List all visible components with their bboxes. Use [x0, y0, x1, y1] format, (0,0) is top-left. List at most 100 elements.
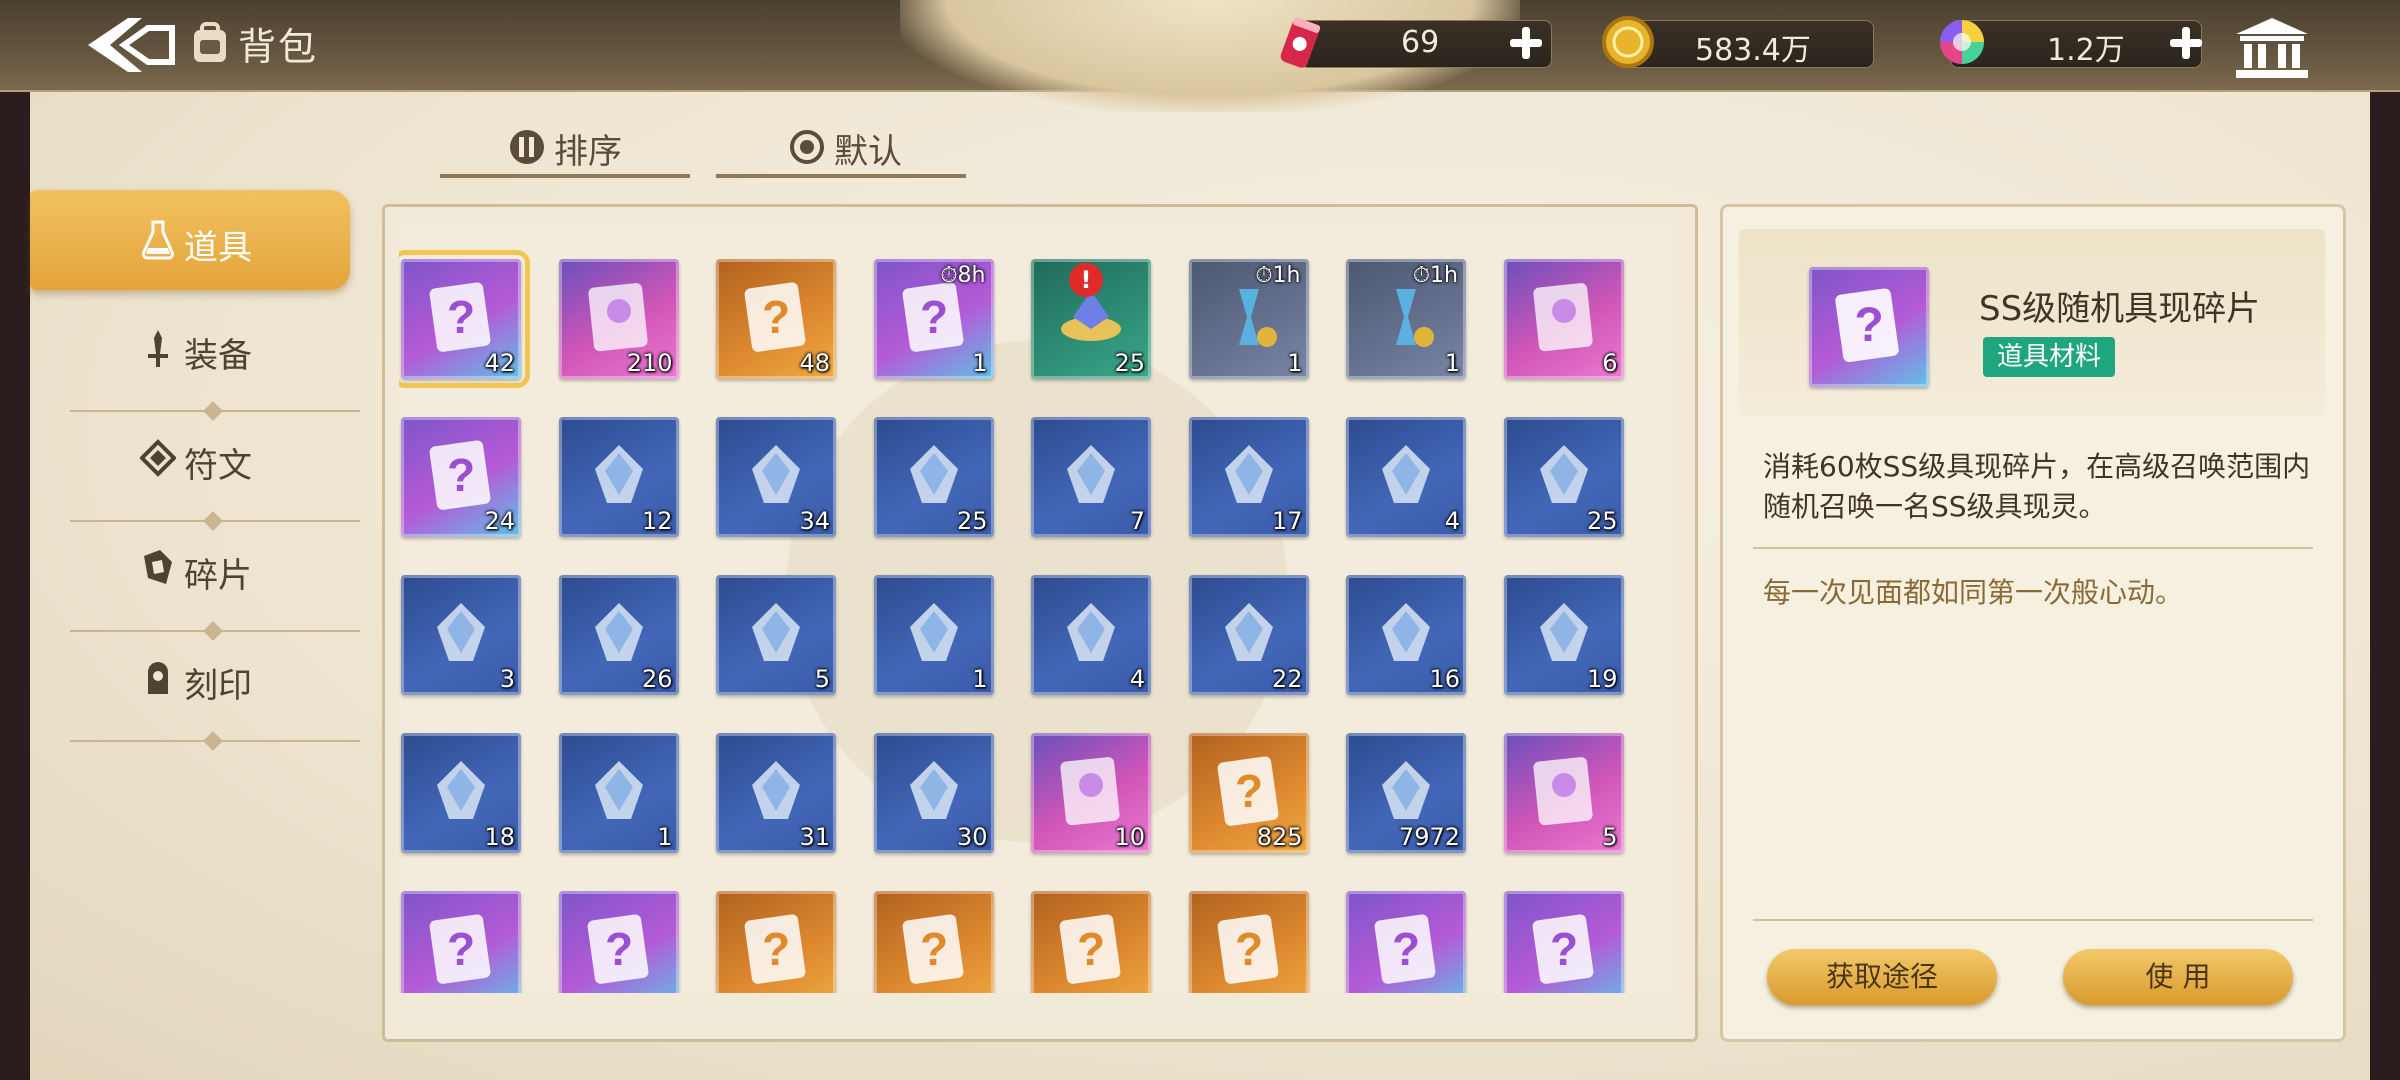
inventory-item-purple-ticket[interactable]: ?: [1346, 891, 1466, 993]
right-frame: [2370, 0, 2400, 1080]
inventory-item-ice-crystal[interactable]: 7972: [1346, 733, 1466, 853]
inventory-item-leaf[interactable]: 25: [873, 417, 994, 537]
detail-item-tag: 道具材料: [1983, 337, 2116, 377]
gem-plus-button[interactable]: [2166, 23, 2206, 63]
inventory-item-umbrella[interactable]: 22: [1188, 575, 1309, 695]
tab-equipment-label: 装备: [184, 336, 252, 376]
backpack-icon: [194, 22, 226, 62]
inventory-item-robot-toy[interactable]: ? 24: [401, 417, 521, 537]
item-count: 31: [799, 823, 830, 851]
inventory-item-pink-pillow[interactable]: 30: [873, 733, 994, 853]
inventory-item-hourglass-coins[interactable]: ⏱1h 1: [1188, 259, 1309, 379]
item-count: 3: [499, 665, 515, 693]
item-count: 25: [1114, 349, 1145, 377]
red-potion-icon: [437, 603, 485, 661]
inventory-item-milk-carton[interactable]: 1: [558, 733, 679, 853]
owl-robot-icon: ?: [902, 914, 963, 984]
tab-runes[interactable]: 符文: [30, 408, 350, 508]
inventory-item-orange-potion[interactable]: 4: [1346, 417, 1466, 537]
tab-shards[interactable]: 碎片: [30, 518, 350, 618]
inventory-item-red-crystal[interactable]: ?: [1031, 891, 1151, 993]
inventory-item-ss-random-shard[interactable]: ? 42: [399, 250, 530, 388]
inventory-item-blue-pyramid[interactable]: ?: [716, 891, 836, 993]
inventory-item-green-crystal[interactable]: 12: [558, 417, 679, 537]
tab-items[interactable]: 道具: [30, 190, 350, 290]
obtain-source-label: 获取途径: [1825, 960, 1938, 993]
inventory-item-hourglass-crystal-2[interactable]: ⏱1h 1: [1346, 259, 1466, 379]
inventory-item-open-book[interactable]: 19: [1503, 575, 1624, 695]
back-arrow-icon[interactable]: [84, 14, 176, 76]
inventory-item-flower-bouquet[interactable]: 6: [1503, 259, 1624, 379]
item-count: 19: [1586, 665, 1618, 693]
inventory-item-leather-book[interactable]: 18: [401, 733, 521, 853]
hourglass-crystal-2-icon: [1396, 289, 1434, 347]
purple-crystal-icon: ?: [1217, 756, 1278, 826]
inventory-item-owl-robot[interactable]: ?: [873, 891, 994, 993]
item-count: 825: [1256, 823, 1303, 851]
potion-icon: [141, 220, 175, 260]
mystery-card-icon: ?: [1835, 288, 1899, 363]
blue-cloth-icon: [752, 603, 800, 661]
inventory-item-medal[interactable]: 31: [716, 733, 836, 853]
item-count: 7972: [1398, 823, 1460, 851]
item-count: 1: [972, 349, 988, 377]
use-button[interactable]: 使 用: [2063, 949, 2293, 1005]
energy-drink-icon: [1280, 17, 1321, 68]
medal-icon: [752, 761, 800, 819]
inventory-item-potatoes[interactable]: 1: [873, 575, 994, 695]
inventory-item-character-shard[interactable]: 210: [558, 259, 679, 379]
golden-key-icon: ?: [1532, 914, 1593, 984]
inventory-item-white-stone[interactable]: 34: [716, 417, 836, 537]
item-count: 30: [956, 823, 988, 851]
green-crystal-icon: [594, 445, 643, 503]
use-label: 使 用: [2145, 960, 2211, 993]
umbrella-icon: [1224, 603, 1273, 661]
item-count: 4: [1444, 507, 1460, 535]
default-order-button[interactable]: 默认: [788, 118, 988, 174]
ss-random-shard-icon: ?: [429, 282, 491, 352]
lighter-icon: [1382, 603, 1430, 661]
pink-teapot-icon: [1539, 445, 1588, 503]
inventory-item-gold-badge[interactable]: ?: [1188, 891, 1309, 993]
inventory-item-purple-ore[interactable]: 7: [1031, 417, 1151, 537]
inventory-item-cat-robot[interactable]: 5: [1503, 733, 1624, 853]
open-book-icon: [1539, 603, 1588, 661]
inventory-item-red-potion[interactable]: 3: [401, 575, 521, 695]
inventory-item-grain-pile[interactable]: 26: [558, 575, 679, 695]
gold-badge-icon: ?: [1217, 914, 1278, 984]
inventory-item-random-shard-orange[interactable]: ? 48: [716, 259, 836, 379]
inventory-item-hourglass-crystal[interactable]: ? ⏱8h 1: [873, 259, 994, 379]
gold-value: 583.4万: [1695, 33, 1811, 68]
white-stone-icon: [752, 445, 800, 503]
milk-carton-icon: [594, 761, 643, 819]
item-count: 17: [1271, 507, 1303, 535]
item-count: 18: [484, 823, 515, 851]
energy-plus-button[interactable]: [1506, 23, 1546, 63]
inventory-item-dark-dagger[interactable]: ?: [401, 891, 521, 993]
obtain-source-button[interactable]: 获取途径: [1767, 949, 1997, 1005]
orange-potion-icon: [1382, 445, 1430, 503]
robot-toy-icon: ?: [429, 440, 491, 510]
sort-button[interactable]: 排序: [508, 118, 708, 174]
item-count: 25: [1586, 507, 1618, 535]
inventory-item-blue-cloth[interactable]: 5: [716, 575, 836, 695]
inventory-item-blue-gem[interactable]: 10: [1031, 733, 1151, 853]
item-count: 7: [1129, 507, 1145, 535]
inventory-item-golden-apple[interactable]: 4: [1031, 575, 1151, 695]
inventory-item-lighter[interactable]: 16: [1346, 575, 1466, 695]
tab-imprints[interactable]: 刻印: [30, 628, 350, 728]
top-bar: 背包 69 583.4万 1.2万: [0, 0, 2400, 112]
inventory-item-purple-crystal[interactable]: ? 825: [1188, 733, 1309, 853]
potatoes-icon: [909, 603, 958, 661]
inventory-item-golden-key[interactable]: ?: [1503, 891, 1624, 993]
tab-equipment[interactable]: 装备: [30, 298, 350, 398]
rune-icon: [140, 439, 176, 477]
svg-text:?: ?: [1077, 923, 1105, 975]
inventory-item-ticket-card[interactable]: ?: [558, 891, 679, 993]
bank-icon[interactable]: [2232, 16, 2312, 80]
sort-underline: [440, 174, 690, 178]
inventory-item-water-bowl[interactable]: 17: [1188, 417, 1309, 537]
detail-item-name: SS级随机具现碎片: [1979, 289, 2261, 329]
inventory-item-pink-teapot[interactable]: 25: [1503, 417, 1624, 537]
tab-imprints-label: 刻印: [184, 666, 252, 706]
